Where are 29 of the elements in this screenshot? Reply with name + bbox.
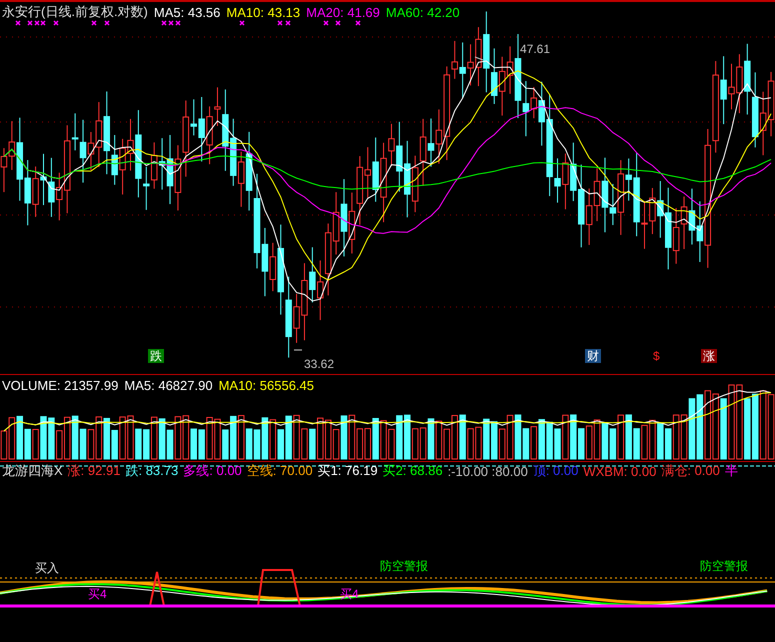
indicator-value: 多线: 0.00 <box>183 462 242 480</box>
moving-average-value: MA5: 43.56 <box>154 4 220 20</box>
signal-label: 防空警报 <box>700 558 748 575</box>
moving-average-value: MA10: 43.13 <box>226 4 300 20</box>
indicator-value: 买2: 68.86 <box>382 462 443 480</box>
signal-label: 买入 <box>35 560 59 577</box>
low-price-label: 33.62 <box>304 357 334 371</box>
indicator-value: 满仓: 0.00 <box>661 462 720 480</box>
moving-average-value: MA20: 41.69 <box>306 4 380 20</box>
signal-label: 防空警报 <box>380 558 428 575</box>
volume-value: VOLUME: 21357.99 <box>2 378 118 392</box>
high-price-label: 47.61 <box>520 42 550 56</box>
indicator-value: WXBM: 0.00 <box>583 464 656 478</box>
event-marker: 涨 <box>701 349 717 363</box>
event-marker: $ <box>651 349 662 363</box>
moving-average-value: MA60: 42.20 <box>386 4 460 20</box>
indicator-value: 半 <box>724 462 738 480</box>
chart-title: 永安行(日线.前复权.对数) <box>2 3 148 21</box>
indicator-value: 买1: 76.19 <box>318 462 378 480</box>
indicator-value: 涨: 92.91 <box>68 462 120 480</box>
event-marker: 跌 <box>148 349 164 363</box>
volume-value: MA10: 56556.45 <box>218 378 314 392</box>
event-marker: 财 <box>585 349 601 363</box>
indicator-name: 龙游四海X <box>2 462 63 480</box>
indicator-value: 顶: 0.00 <box>532 462 578 480</box>
volume-value: MA5: 46827.90 <box>124 378 213 392</box>
indicator-value: :-10.00 :80.00 <box>448 464 528 478</box>
indicator-value: 空线: 70.00 <box>246 462 313 480</box>
signal-label: 买4 <box>88 586 107 603</box>
